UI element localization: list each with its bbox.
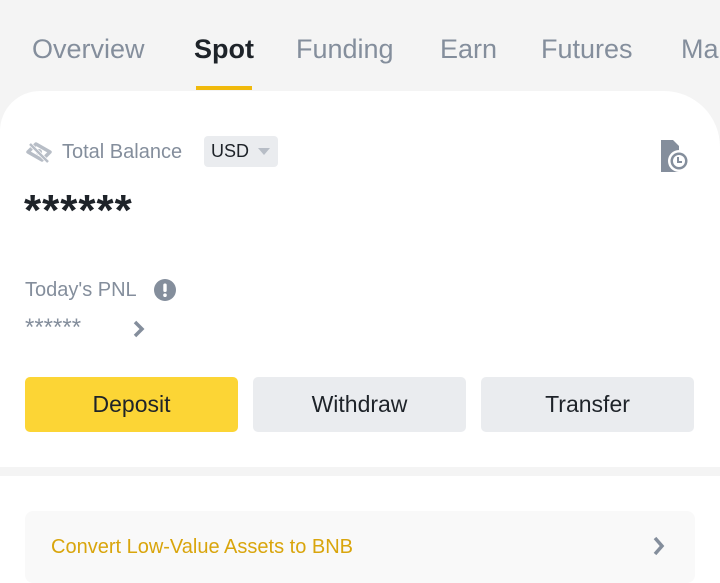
deposit-button[interactable]: Deposit	[25, 377, 238, 432]
eye-slash-icon[interactable]	[26, 140, 52, 164]
todays-pnl-value: ******	[25, 314, 82, 341]
chevron-right-icon[interactable]	[131, 319, 147, 339]
transfer-button[interactable]: Transfer	[481, 377, 694, 432]
tab-spot[interactable]: Spot	[194, 34, 254, 65]
total-balance-value: ******	[24, 186, 133, 235]
document-clock-icon[interactable]	[660, 139, 690, 173]
currency-selector[interactable]: USD	[204, 136, 278, 167]
exclamation-circle-icon[interactable]	[154, 279, 176, 301]
convert-low-value-assets-banner[interactable]: Convert Low-Value Assets to BNB	[25, 511, 695, 583]
tab-funding[interactable]: Funding	[296, 34, 394, 65]
withdraw-button[interactable]: Withdraw	[253, 377, 466, 432]
active-tab-indicator	[196, 86, 252, 90]
chevron-right-icon	[653, 536, 665, 556]
wallet-tabs: Overview Spot Funding Earn Futures Ma	[0, 0, 720, 92]
tab-margin[interactable]: Ma	[681, 34, 719, 65]
caret-down-icon	[258, 148, 271, 155]
tab-earn[interactable]: Earn	[440, 34, 497, 65]
tab-overview[interactable]: Overview	[32, 34, 145, 65]
todays-pnl-label: Today's PNL	[25, 279, 137, 301]
currency-value: USD	[211, 141, 250, 161]
convert-label: Convert Low-Value Assets to BNB	[51, 536, 353, 558]
total-balance-label: Total Balance	[62, 141, 183, 163]
tab-futures[interactable]: Futures	[541, 34, 633, 65]
